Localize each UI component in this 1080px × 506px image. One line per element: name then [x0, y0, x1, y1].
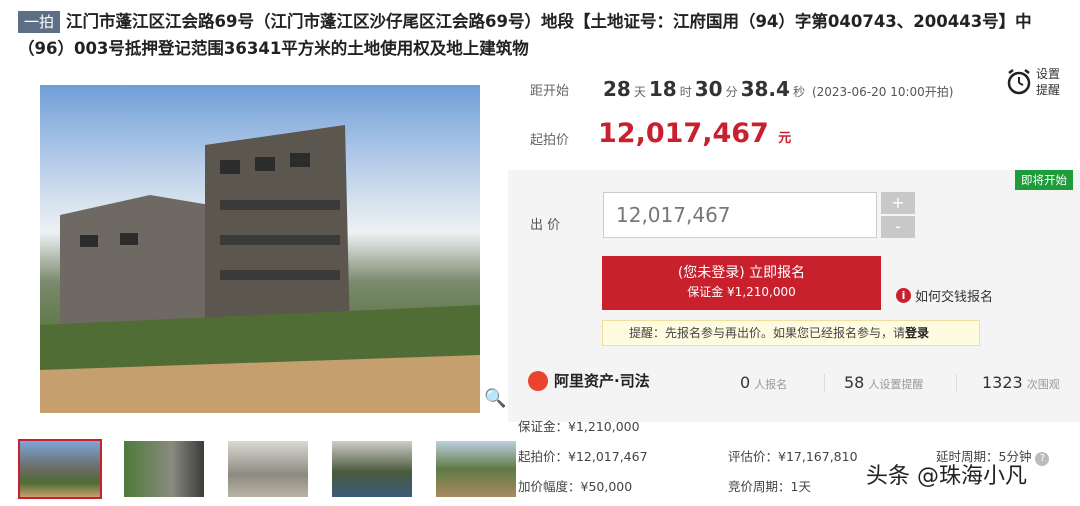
- reminder-count-value: 58: [844, 373, 865, 392]
- cycle-info: 竞价周期：1天: [728, 479, 811, 494]
- decrease-bid-button[interactable]: -: [881, 216, 915, 238]
- countdown-days: 28: [603, 77, 631, 101]
- thumbnail-5[interactable]: [434, 439, 518, 499]
- bid-label: 出 价: [530, 218, 561, 233]
- bid-amount-input[interactable]: [603, 192, 877, 238]
- signup-button[interactable]: (您未登录) 立即报名 保证金 ¥1,210,000: [602, 256, 881, 310]
- signup-count-value: 0: [740, 373, 751, 392]
- signup-count-label: 人报名: [754, 378, 788, 391]
- countdown-seconds: 38.4: [740, 77, 790, 101]
- start-price-value: 12,017,467 元: [598, 118, 791, 149]
- countdown-timer: 28 天 18 时 30 分 38.4 秒 (2023-06-20 10:00开拍): [603, 77, 953, 101]
- start-price-label: 起拍价: [530, 133, 570, 148]
- divider: [956, 374, 957, 392]
- set-reminder-button[interactable]: 设置提醒: [1006, 66, 1068, 98]
- thumbnail-2[interactable]: [122, 439, 206, 499]
- increase-bid-button[interactable]: +: [881, 192, 915, 214]
- appraisal-info: 评估价：¥17,167,810: [728, 449, 858, 464]
- minutes-unit: 分: [725, 85, 738, 99]
- deposit-info: 保证金：¥1,210,000: [518, 419, 640, 434]
- set-reminder-label: 设置提醒: [1036, 67, 1061, 97]
- countdown-minutes: 30: [694, 77, 723, 101]
- divider: [824, 374, 825, 392]
- how-to-pay-link[interactable]: i 如何交钱报名: [896, 286, 993, 305]
- help-icon[interactable]: ?: [1035, 452, 1050, 466]
- ali-assets-logo: 阿里资产·司法: [528, 370, 650, 391]
- signup-count: 0 人报名: [740, 373, 787, 392]
- thumbnail-4[interactable]: [330, 439, 414, 499]
- zoom-icon[interactable]: 🔍: [484, 388, 506, 409]
- countdown-label: 距开始: [530, 84, 570, 99]
- start-price-number: 12,017,467: [598, 118, 769, 149]
- start-time-note: (2023-06-20 10:00开拍): [811, 85, 954, 99]
- increment-info: 加价幅度：¥50,000: [518, 479, 633, 494]
- bid-stepper: + -: [881, 192, 915, 240]
- thumbnail-1[interactable]: [18, 439, 102, 499]
- building-photo-illustration: [40, 125, 480, 413]
- thumbnail-strip: [18, 439, 518, 499]
- watermark: 头条 @珠海小凡: [866, 464, 1027, 489]
- hours-unit: 时: [679, 85, 692, 99]
- signup-deposit-label: 保证金 ¥1,210,000: [687, 285, 796, 299]
- countdown-hours: 18: [648, 77, 677, 101]
- alarm-clock-icon: [1007, 69, 1031, 95]
- start-price-unit: 元: [778, 131, 792, 146]
- page-title: 一拍 江门市蓬江区江会路69号（江门市蓬江区沙仔尾区江会路69号）地段【土地证号：…: [18, 8, 1073, 62]
- reminder-count-label: 人设置提醒: [868, 378, 924, 391]
- main-photo[interactable]: [40, 85, 480, 413]
- reminder-text: 提醒：先报名参与再出价。如果您已经报名参与，请: [629, 326, 906, 340]
- title-text: 江门市蓬江区江会路69号（江门市蓬江区沙仔尾区江会路69号）地段【土地证号：江府…: [18, 12, 1032, 58]
- ali-assets-label: 阿里资产·司法: [554, 372, 650, 390]
- ali-assets-icon: [528, 370, 548, 391]
- login-link[interactable]: 登录: [905, 326, 929, 340]
- stats-bar: 阿里资产·司法 0 人报名 58 人设置提醒 1323 次围观: [508, 358, 1080, 402]
- status-badge: 即将开始: [1015, 170, 1073, 190]
- info-icon: i: [896, 288, 911, 303]
- how-to-pay-label: 如何交钱报名: [915, 290, 994, 305]
- auction-round-tag: 一拍: [18, 11, 61, 33]
- view-count-label: 次围观: [1026, 378, 1060, 391]
- signup-button-label: (您未登录) 立即报名: [677, 265, 806, 281]
- view-count: 1323 次围观: [982, 373, 1060, 392]
- start-price-info: 起拍价：¥12,017,467: [518, 449, 648, 464]
- reminder-count: 58 人设置提醒: [844, 373, 923, 392]
- login-reminder: 提醒：先报名参与再出价。如果您已经报名参与，请登录: [602, 320, 980, 346]
- days-unit: 天: [633, 85, 646, 99]
- thumbnail-3[interactable]: [226, 439, 310, 499]
- view-count-value: 1323: [982, 373, 1023, 392]
- seconds-unit: 秒: [792, 85, 805, 99]
